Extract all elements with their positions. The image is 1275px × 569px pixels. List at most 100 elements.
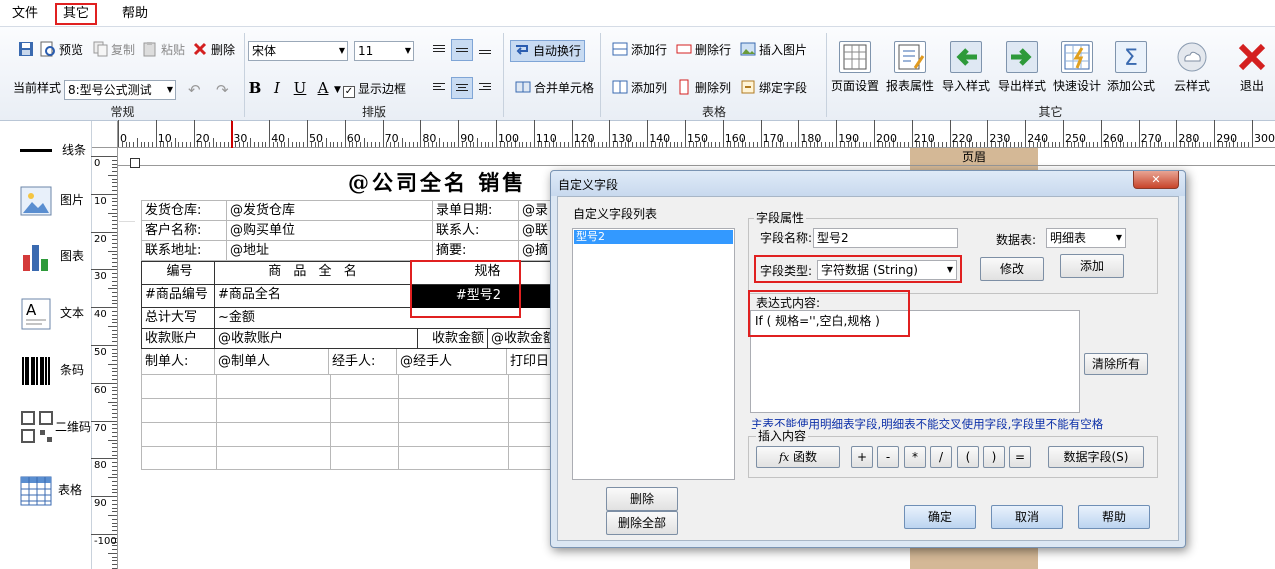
delete-field-button[interactable]: 删除 [606,487,678,511]
delete-button[interactable]: 删除 [192,40,235,60]
operator-rparen-button[interactable]: ) [983,446,1005,468]
italic-button[interactable]: I [266,77,288,99]
operator-divide-button[interactable]: / [930,446,952,468]
operator-multiply-button[interactable]: * [904,446,926,468]
page-setup-button[interactable]: 页面设置 [829,41,881,94]
operator-plus-button[interactable]: + [851,446,873,468]
font-color-button[interactable]: A [312,77,334,99]
column-header-code[interactable]: 编号 [141,262,215,285]
import-style-button[interactable]: 导入样式 [940,41,992,94]
ruler-tick [112,549,117,551]
add-column-label: 添加列 [631,81,668,95]
report-title[interactable]: @公司全名 销售 [348,167,526,197]
tool-text[interactable]: A 文本 [20,296,92,336]
field-list[interactable]: 型号2 [572,228,735,480]
clear-all-button[interactable]: 清除所有 [1084,353,1148,375]
delete-all-fields-button[interactable]: 删除全部 [606,511,678,535]
operator-equals-button[interactable]: = [1009,446,1031,468]
column-header-name[interactable]: 商 品 全 名 [215,262,412,285]
value-cell[interactable]: @制单人 [215,349,329,375]
auto-wrap-button[interactable]: 自动换行 [510,40,586,62]
add-row-button[interactable]: 添加行 [612,40,667,60]
cloud-style-button[interactable]: 云样式 [1166,41,1218,94]
field-name-input[interactable]: 型号2 [813,228,958,248]
label-cell[interactable]: 发货仓库: [141,201,227,221]
tool-table[interactable]: 表格 [20,473,92,513]
detail-cell-name[interactable]: #商品全名 [215,285,412,308]
tool-qrcode[interactable]: 二维码 [20,408,92,448]
tool-barcode[interactable]: 条码 [20,353,92,393]
delete-column-button[interactable]: 删除列 [676,78,731,98]
label-cell[interactable]: 录单日期: [433,201,519,221]
save-icon [18,41,34,57]
label-cell[interactable]: 制单人: [141,349,215,375]
label-cell[interactable]: 收款金额 [418,329,488,349]
ruler-tick [112,163,117,165]
preview-button[interactable]: 预览 [40,40,83,60]
label-cell[interactable]: 客户名称: [141,221,227,241]
add-formula-button[interactable]: Σ 添加公式 [1105,41,1157,94]
value-cell[interactable]: @发货仓库 [227,201,433,221]
dropdown-arrow-icon[interactable]: ▼ [334,80,341,100]
label-cell[interactable]: 联系地址: [141,241,227,261]
tool-image[interactable]: 图片 [20,183,92,223]
operator-lparen-button[interactable]: ( [957,446,979,468]
dialog-titlebar[interactable]: 自定义字段 ✕ [551,171,1185,196]
quick-design-button[interactable]: 快速设计 [1051,41,1103,94]
function-button[interactable]: fx 函数 [756,446,840,468]
merge-cells-button[interactable]: 合并单元格 [515,78,594,98]
value-cell[interactable]: @经手人 [397,349,507,375]
show-border-checkbox[interactable]: ✓ 显示边框 [343,79,406,99]
modify-button[interactable]: 修改 [980,257,1044,281]
dialog-close-button[interactable]: ✕ [1133,171,1179,189]
detail-cell-code[interactable]: #商品编号 [141,285,215,308]
picture-icon [20,185,52,220]
data-field-button[interactable]: 数据字段(S) [1048,446,1144,468]
value-cell[interactable]: @收款账户 [215,329,418,349]
label-cell[interactable]: 收款账户 [141,329,215,349]
field-list-item[interactable]: 型号2 [574,230,733,244]
align-center-button[interactable] [451,77,473,99]
label-cell[interactable]: 联系人: [433,221,519,241]
label-cell[interactable]: 摘要: [433,241,519,261]
tool-chart[interactable]: 图表 [20,239,92,279]
align-middle-button[interactable] [451,39,473,61]
current-style-select[interactable]: 8:型号公式测试 ▼ [64,80,176,100]
insert-image-button[interactable]: 插入图片 [740,40,807,60]
delete-row-button[interactable]: 删除行 [676,40,731,60]
save-button[interactable] [18,40,37,60]
menu-help[interactable]: 帮助 [116,4,154,24]
export-style-button[interactable]: 导出样式 [996,41,1048,94]
underline-button[interactable]: U [289,77,311,99]
add-column-button[interactable]: 添加列 [612,78,667,98]
copy-button[interactable]: 复制 [92,40,135,60]
redo-icon[interactable]: ↷ [216,80,229,100]
undo-icon[interactable]: ↶ [188,80,201,100]
label-cell[interactable]: 经手人: [329,349,397,375]
font-name-select[interactable]: 宋体 ▼ [248,41,348,61]
help-button[interactable]: 帮助 [1078,505,1150,529]
paste-button[interactable]: 粘贴 [142,40,185,60]
align-top-button[interactable] [428,39,450,61]
value-cell[interactable]: @地址 [227,241,433,261]
label-cell[interactable]: 总计大写 [141,308,215,329]
value-cell[interactable]: @购买单位 [227,221,433,241]
empty-table-grid[interactable] [141,375,561,470]
tool-line[interactable]: 线条 [20,133,92,173]
exit-button[interactable]: 退出 [1226,41,1275,94]
menu-other[interactable]: 其它 [55,3,98,25]
report-props-button[interactable]: 报表属性 [884,41,936,94]
cancel-button[interactable]: 取消 [991,505,1063,529]
align-bottom-button[interactable] [474,39,496,61]
datatable-select[interactable]: 明细表 ▼ [1046,228,1126,248]
bold-button[interactable]: B [244,77,266,99]
selection-handle[interactable] [130,158,140,168]
font-size-select[interactable]: 11 ▼ [354,41,414,61]
ok-button[interactable]: 确定 [904,505,976,529]
menu-file[interactable]: 文件 [6,4,44,24]
align-right-button[interactable] [474,77,496,99]
align-left-button[interactable] [428,77,450,99]
operator-minus-button[interactable]: - [877,446,899,468]
bind-field-button[interactable]: 绑定字段 [740,78,807,98]
add-button[interactable]: 添加 [1060,254,1124,278]
